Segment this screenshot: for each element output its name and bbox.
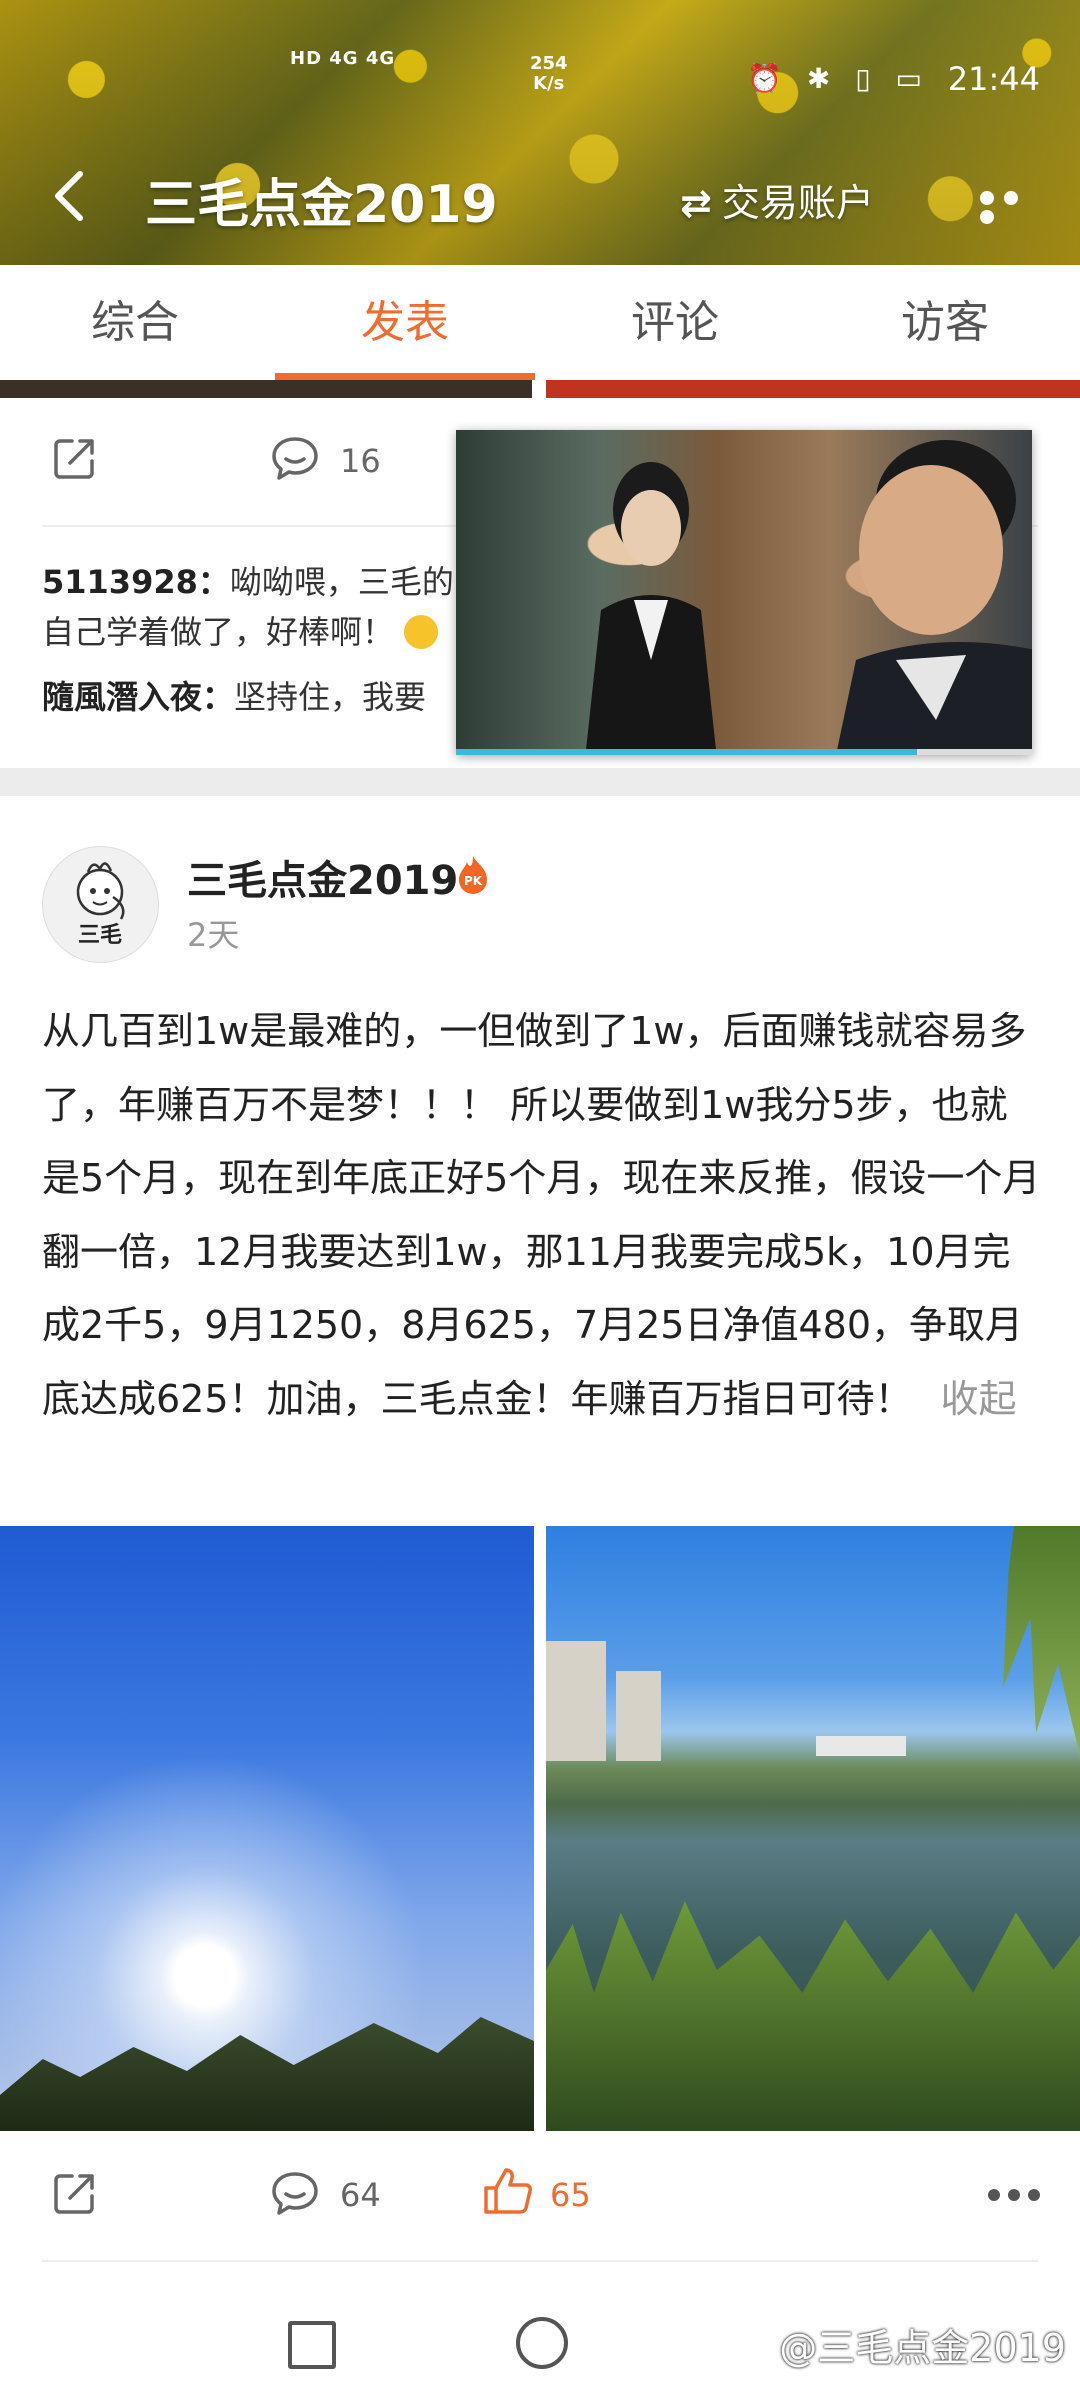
author-name[interactable]: 三毛点金2019 (187, 848, 458, 906)
tab-visitors[interactable]: 访客 (810, 265, 1080, 380)
photo-bridge (816, 1736, 906, 1756)
title-bar: 三毛点金2019 ⇄ 交易账户 (0, 150, 1080, 240)
like-count: 65 (550, 2176, 591, 2214)
avatar[interactable]: 三毛 (42, 846, 159, 963)
photo-reeds (546, 1901, 1080, 2131)
network-speed-value: 254 (530, 53, 568, 74)
comment-author: 5113928： (42, 563, 230, 601)
comment-text: 坚持住，我要 (234, 678, 427, 716)
account-label: 交易账户 (721, 181, 874, 225)
video-progress-bar (456, 749, 1032, 755)
post-actions: 64 65 (0, 2142, 1080, 2252)
video-progress-fill (456, 749, 917, 755)
previous-photo-left[interactable] (0, 380, 532, 398)
floating-video-player[interactable] (456, 430, 1032, 755)
post-separator (0, 768, 1080, 796)
tongue-emoji-icon (404, 615, 439, 649)
system-navigation-bar: @三毛点金2019 (0, 2275, 1080, 2400)
page-title: 三毛点金2019 (145, 175, 498, 235)
photo-building (546, 1641, 606, 1761)
watermark: @三毛点金2019 (779, 2326, 1066, 2370)
video-person-left (586, 462, 716, 750)
photo-building (616, 1671, 661, 1761)
comment-text: 呦呦喂，三毛的 (229, 563, 454, 601)
post-time: 2天 (187, 916, 240, 954)
share-icon[interactable] (52, 2170, 98, 2216)
back-arrow-icon[interactable] (50, 166, 90, 226)
network-speed-unit: K/s (533, 73, 565, 94)
photo-trees (0, 2017, 534, 2131)
comment-count: 64 (340, 2176, 381, 2214)
avatar-cartoon-icon: 三毛 (76, 862, 125, 948)
comment-icon[interactable] (270, 2170, 320, 2216)
switch-account-button[interactable]: ⇄ 交易账户 (680, 172, 874, 227)
comment-icon[interactable] (270, 435, 320, 481)
tab-overview[interactable]: 综合 (0, 265, 270, 380)
thumbs-up-icon[interactable] (482, 2166, 534, 2216)
post-photo-lake[interactable] (546, 1526, 1080, 2131)
home-button[interactable] (516, 2317, 568, 2369)
previous-photo-right[interactable] (546, 380, 1080, 398)
comment-author: 隨風潛入夜： (42, 678, 235, 716)
pk-badge-icon: PK (459, 856, 487, 894)
tab-comments[interactable]: 评论 (540, 265, 810, 380)
collapse-link[interactable]: 收起 (941, 1377, 1017, 1421)
share-icon[interactable] (52, 435, 98, 481)
photo-willow (1003, 1526, 1080, 1756)
status-bar: HD 4G 4G 254 K/s ⏰ ✱ ▯ ▭ 21:44 (0, 40, 1080, 120)
divider (42, 2260, 1038, 2262)
recents-button[interactable] (288, 2321, 336, 2369)
post-text: 从几百到1w是最难的，一但做到了1w，后面赚钱就容易多了，年赚百万不是梦！！！ … (42, 1009, 1041, 1421)
comment-count: 16 (340, 442, 381, 480)
tab-posts[interactable]: 发表 (270, 265, 540, 380)
video-person-right (836, 440, 1032, 755)
post-photo-sun[interactable] (0, 1526, 534, 2131)
swap-icon: ⇄ (680, 181, 712, 225)
network-speed: 254 K/s (530, 54, 568, 94)
avatar-text: 三毛 (78, 922, 122, 948)
more-options-icon[interactable] (980, 190, 1050, 224)
post-more-icon[interactable] (988, 2186, 1048, 2201)
pk-badge-text: PK (464, 874, 483, 888)
network-indicator: HD 4G 4G (290, 48, 396, 69)
previous-post-photos (0, 380, 1080, 398)
comment-text: 自己学着做了，好棒啊！ (42, 613, 395, 651)
status-icons: ⏰ ✱ ▯ ▭ (747, 62, 930, 95)
clock: 21:44 (947, 60, 1040, 98)
post-body: 从几百到1w是最难的，一但做到了1w，后面赚钱就容易多了，年赚百万不是梦！！！ … (42, 995, 1042, 1436)
tab-bar: 综合 发表 评论 访客 (0, 265, 1080, 380)
